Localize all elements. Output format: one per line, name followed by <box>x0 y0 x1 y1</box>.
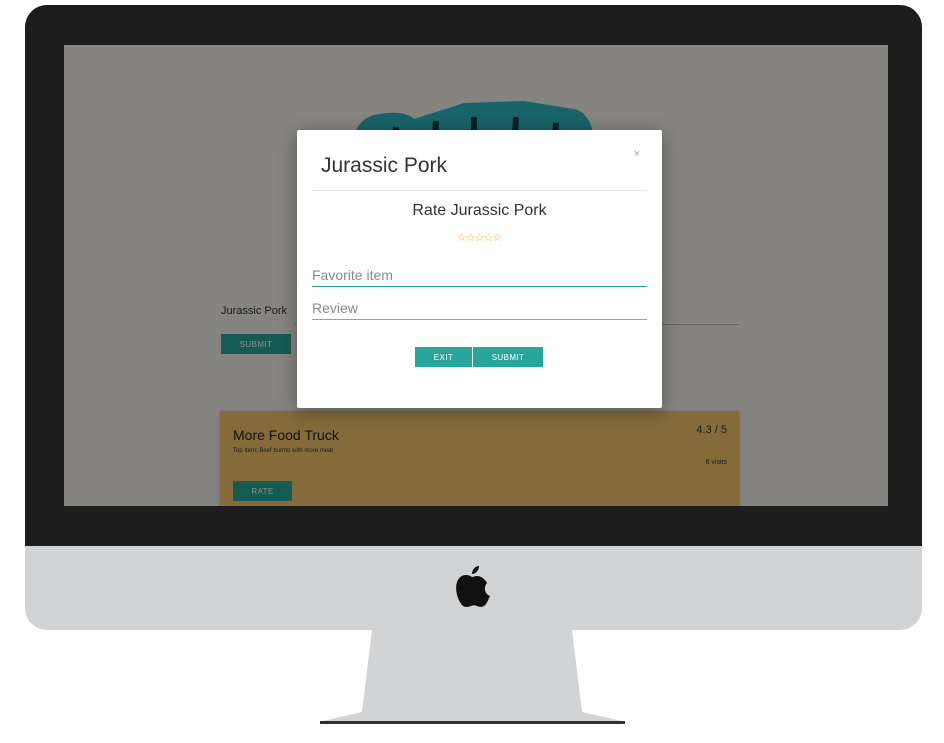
favorite-item-input[interactable] <box>312 264 647 287</box>
modal-title: Jurassic Pork <box>321 154 448 177</box>
modal-divider <box>313 190 646 191</box>
modal-actions: EXIT SUBMIT <box>415 347 543 367</box>
screen: Jurassic Pork SUBMIT More Food Truck Top… <box>64 45 888 506</box>
rating-modal: Jurassic Pork × Rate Jurassic Pork ☆☆☆☆☆… <box>297 130 662 408</box>
submit-button[interactable]: SUBMIT <box>473 347 543 367</box>
star-rating: ☆☆☆☆☆ <box>297 228 662 246</box>
review-input[interactable] <box>312 297 647 320</box>
exit-button[interactable]: EXIT <box>415 347 472 367</box>
star-icon[interactable]: ☆ <box>492 232 502 244</box>
apple-logo-icon <box>456 566 490 607</box>
monitor-stand <box>320 630 625 724</box>
close-icon[interactable]: × <box>634 148 640 160</box>
modal-subtitle: Rate Jurassic Pork <box>412 202 547 219</box>
